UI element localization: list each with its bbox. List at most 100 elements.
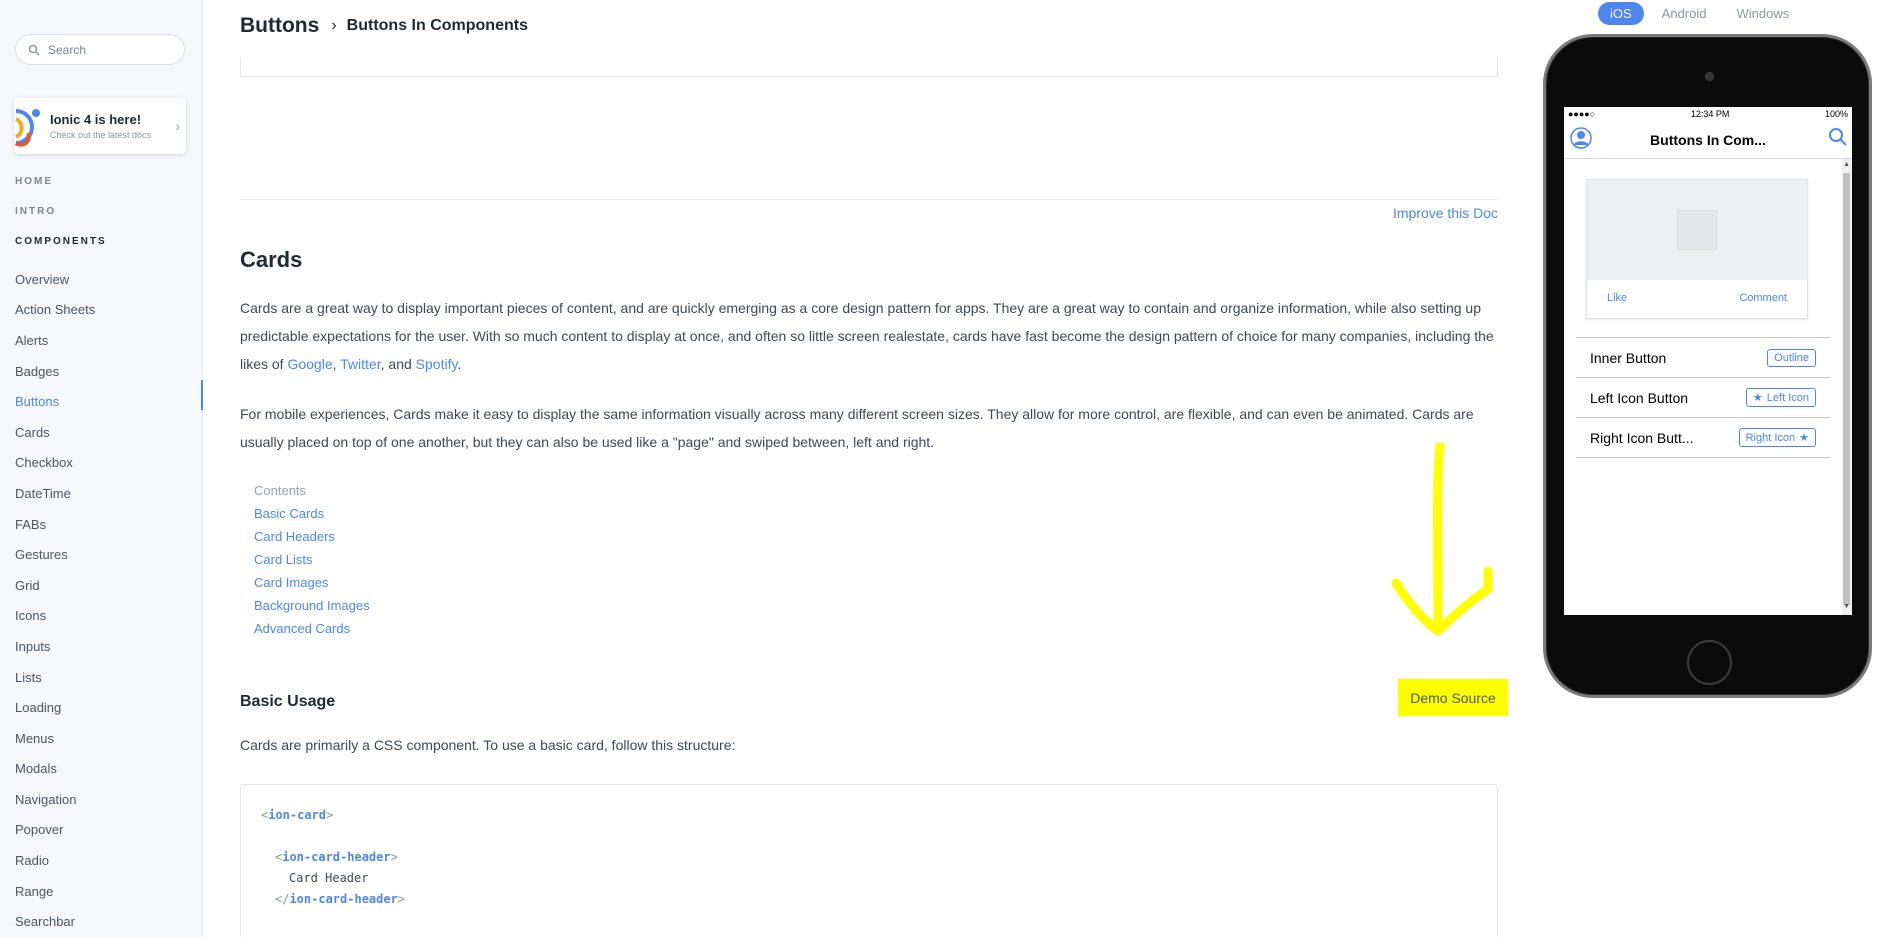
battery-indicator: 100%	[1824, 109, 1848, 119]
search-input[interactable]	[48, 42, 178, 57]
home-button[interactable]	[1687, 640, 1732, 685]
sidebar-item-modals[interactable]: Modals	[15, 754, 95, 785]
sidebar-item-alerts[interactable]: Alerts	[15, 325, 95, 356]
ionic4-promo-banner[interactable]: Ionic 4 is here! Check out the latest do…	[14, 98, 186, 154]
sidebar-item-gestures[interactable]: Gestures	[15, 539, 95, 570]
code-bracket: </	[275, 892, 290, 906]
basic-usage-text: Cards are primarily a CSS component. To …	[240, 737, 736, 753]
sidebar-item-overview[interactable]: Overview	[15, 264, 95, 295]
contents-label: Contents	[254, 483, 307, 498]
sidebar-item-inputs[interactable]: Inputs	[15, 631, 95, 662]
contents-link-advanced-cards[interactable]: Advanced Cards	[254, 617, 370, 640]
left-icon-button[interactable]: ★ Left Icon	[1745, 388, 1816, 407]
nav-home[interactable]: HOME	[15, 176, 53, 187]
sidebar-item-popover[interactable]: Popover	[15, 815, 95, 846]
sidebar: Ionic 4 is here! Check out the latest do…	[0, 0, 203, 937]
contents-link-basic-cards[interactable]: Basic Cards	[254, 502, 370, 525]
search-icon	[28, 44, 40, 56]
button-label: Right Icon	[1745, 431, 1796, 444]
sidebar-item-cards[interactable]: Cards	[15, 417, 95, 448]
sidebar-item-searchbar[interactable]: Searchbar	[15, 906, 95, 937]
sidebar-item-badges[interactable]: Badges	[15, 356, 95, 387]
contents-link-card-images[interactable]: Card Images	[254, 571, 370, 594]
nav-components-heading[interactable]: COMPONENTS	[15, 236, 107, 247]
card-actions: Like Comment	[1587, 280, 1807, 316]
tab-android[interactable]: Android	[1650, 2, 1719, 25]
sidebar-item-menus[interactable]: Menus	[15, 723, 95, 754]
app-title: Buttons In Com...	[1650, 131, 1766, 148]
breadcrumb-buttons[interactable]: Buttons	[240, 14, 319, 38]
scrollbar-thumb[interactable]	[1843, 173, 1850, 605]
sidebar-item-icons[interactable]: Icons	[15, 601, 95, 632]
star-icon: ★	[1752, 392, 1763, 404]
chevron-right-icon: ›	[331, 17, 337, 34]
comment-button[interactable]: Comment	[1739, 292, 1787, 304]
scroll-up-icon[interactable]: ▲	[1843, 161, 1850, 168]
sidebar-item-action-sheets[interactable]: Action Sheets	[15, 295, 95, 326]
scroll-down-icon[interactable]: ▼	[1843, 603, 1850, 610]
google-link[interactable]: Google	[287, 356, 332, 372]
cards-intro-paragraph: Cards are a great way to display importa…	[240, 294, 1502, 378]
demo-list: Inner Button Outline Left Icon Button ★ L…	[1576, 337, 1830, 458]
sidebar-item-datetime[interactable]: DateTime	[15, 478, 95, 509]
sidebar-item-radio[interactable]: Radio	[15, 845, 95, 876]
image-placeholder-icon	[1677, 210, 1717, 250]
search-box[interactable]	[15, 34, 185, 65]
star-icon: ★	[1799, 432, 1809, 444]
ionic-logo-icon	[14, 103, 44, 149]
sidebar-item-range[interactable]: Range	[15, 876, 95, 907]
list-item-label: Right Icon Butt...	[1590, 429, 1694, 446]
button-label: Left Icon	[1766, 391, 1809, 404]
section-heading-cards: Cards	[240, 247, 303, 272]
section-divider	[240, 199, 1498, 200]
improve-doc-link[interactable]: Improve this Doc	[1393, 205, 1498, 221]
avatar-icon[interactable]	[1570, 127, 1592, 149]
outline-button[interactable]: Outline	[1767, 348, 1816, 367]
twitter-link[interactable]: Twitter	[340, 356, 380, 372]
like-button[interactable]: Like	[1607, 292, 1627, 304]
promo-subtitle: Check out the latest docs	[50, 130, 152, 140]
search-icon[interactable]	[1828, 127, 1848, 147]
contents-link-background-images[interactable]: Background Images	[254, 594, 370, 617]
code-tag: ion-card-header	[289, 892, 398, 906]
active-item-indicator	[201, 380, 203, 410]
contents-link-card-lists[interactable]: Card Lists	[254, 548, 370, 571]
phone-preview: ●●●●○ 12:34 PM 100% Buttons In Com... ▲ …	[1543, 34, 1872, 698]
para-sep: , and	[380, 356, 416, 372]
nav-intro[interactable]: INTRO	[15, 206, 56, 217]
code-bracket: >	[397, 892, 406, 906]
sidebar-item-grid[interactable]: Grid	[15, 570, 95, 601]
breadcrumb: Buttons › Buttons In Components	[240, 14, 528, 38]
code-line: </ion-card-header>	[261, 889, 1477, 910]
phone-screen: ●●●●○ 12:34 PM 100% Buttons In Com... ▲ …	[1564, 107, 1852, 615]
sidebar-item-loading[interactable]: Loading	[15, 692, 95, 723]
cards-mobile-paragraph: For mobile experiences, Cards make it ea…	[240, 406, 1474, 450]
code-line: <ion-card-header>	[261, 847, 1477, 868]
spotify-link[interactable]: Spotify	[416, 356, 458, 372]
button-label: Outline	[1774, 351, 1809, 364]
sidebar-item-navigation[interactable]: Navigation	[15, 784, 95, 815]
tab-ios[interactable]: iOS	[1598, 2, 1644, 25]
sidebar-item-checkbox[interactable]: Checkbox	[15, 448, 95, 479]
platform-tabs: iOS Android Windows	[1598, 2, 1801, 25]
list-item: Inner Button Outline	[1576, 338, 1830, 378]
yellow-arrow-annotation-icon	[1391, 443, 1493, 636]
tab-windows[interactable]: Windows	[1724, 2, 1801, 25]
signal-indicator: ●●●●○	[1568, 109, 1596, 119]
code-blank	[261, 826, 1477, 847]
basic-usage-heading: Basic Usage	[240, 693, 336, 710]
contents-link-card-headers[interactable]: Card Headers	[254, 525, 370, 548]
sidebar-item-lists[interactable]: Lists	[15, 662, 95, 693]
list-item: Left Icon Button ★ Left Icon	[1576, 378, 1830, 418]
contents-list: Contents Basic Cards Card Headers Card L…	[254, 479, 370, 640]
camera-icon	[1705, 72, 1714, 81]
components-nav-list: Overview Action Sheets Alerts Badges But…	[15, 264, 95, 937]
sidebar-item-buttons[interactable]: Buttons	[15, 386, 95, 417]
app-navbar: Buttons In Com...	[1564, 121, 1852, 159]
right-icon-button[interactable]: Right Icon ★	[1738, 428, 1816, 447]
sidebar-item-fabs[interactable]: FABs	[15, 509, 95, 540]
demo-source-button[interactable]: Demo Source	[1398, 679, 1508, 716]
status-bar: ●●●●○ 12:34 PM 100%	[1564, 107, 1852, 121]
list-item-label: Left Icon Button	[1590, 389, 1689, 406]
code-bracket: >	[326, 808, 334, 822]
